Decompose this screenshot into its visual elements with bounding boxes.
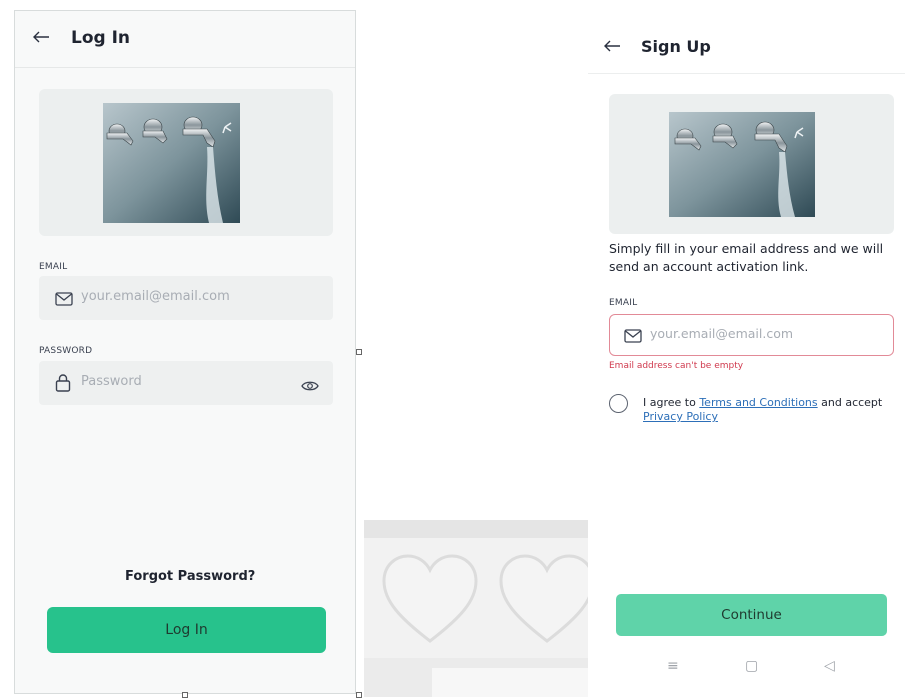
page-title: Log In <box>71 28 131 48</box>
password-placeholder: Password <box>81 374 142 389</box>
agree-prefix: I agree to <box>643 396 700 409</box>
hero-image-panel <box>609 94 894 234</box>
back-nav-icon[interactable]: ◁ <box>824 658 835 674</box>
heart-icon <box>497 553 597 649</box>
email-placeholder: your.email@email.com <box>650 326 794 341</box>
privacy-link[interactable]: Privacy Policy <box>643 410 718 423</box>
lock-icon <box>55 373 71 396</box>
signup-header: Sign Up <box>588 18 905 74</box>
page-title: Sign Up <box>641 37 711 56</box>
resize-handle <box>356 692 362 698</box>
agree-radio[interactable] <box>609 394 628 413</box>
email-label: EMAIL <box>609 298 638 308</box>
email-field[interactable]: your.email@email.com <box>39 276 333 320</box>
signup-description: Simply fill in your email address and we… <box>609 241 884 274</box>
password-field[interactable]: Password <box>39 361 333 405</box>
email-error-message: Email address can't be empty <box>609 361 744 371</box>
resize-handle <box>356 349 362 355</box>
heart-icon <box>380 553 480 649</box>
envelope-icon <box>55 291 73 310</box>
forgot-password-link[interactable]: Forgot Password? <box>125 569 255 584</box>
home-icon[interactable]: ▢ <box>745 658 758 674</box>
hero-image-panel <box>39 89 333 236</box>
faucet-image <box>103 103 240 223</box>
arrow-left-icon[interactable] <box>602 36 622 59</box>
eye-icon[interactable] <box>301 377 319 396</box>
continue-button[interactable]: Continue <box>616 594 887 636</box>
email-field[interactable]: your.email@email.com <box>609 314 894 356</box>
agree-middle: and accept <box>817 396 883 409</box>
faucet-image <box>669 112 815 217</box>
envelope-icon <box>624 328 642 347</box>
agreement-text: I agree to Terms and Conditions and acce… <box>643 396 893 424</box>
login-button[interactable]: Log In <box>47 607 326 653</box>
login-header: Log In <box>15 11 355 68</box>
system-nav-bar: ≡ ▢ ◁ <box>588 648 905 697</box>
resize-handle <box>182 692 188 698</box>
email-label: EMAIL <box>39 262 68 272</box>
arrow-left-icon[interactable] <box>31 27 51 50</box>
signup-screen: Sign Up Simply fill in your email addres… <box>588 18 905 697</box>
background-band <box>364 520 588 538</box>
background-bottom-panel <box>432 668 588 697</box>
email-placeholder: your.email@email.com <box>81 289 230 304</box>
password-label: PASSWORD <box>39 346 93 356</box>
menu-icon[interactable]: ≡ <box>667 658 679 674</box>
login-screen: Log In EMAIL your.email@email.com PASSWO… <box>14 10 356 694</box>
terms-link[interactable]: Terms and Conditions <box>699 396 817 409</box>
